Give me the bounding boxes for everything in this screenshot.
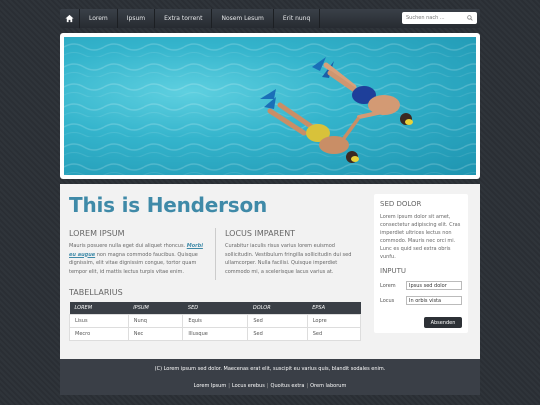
- table-cell: Sed: [247, 313, 308, 328]
- table-cell: Mecro: [69, 326, 129, 341]
- column-header: Epsa: [307, 302, 361, 314]
- footer-link[interactable]: Orem laborum: [310, 383, 346, 389]
- separator: |: [266, 383, 269, 389]
- table-cell: Illusque: [182, 326, 249, 341]
- col2-heading: Locus imparent: [225, 229, 296, 238]
- footer-link[interactable]: Locus erebus: [232, 383, 265, 389]
- nav-item-nosem-lesum[interactable]: Nosem Lesum: [212, 9, 274, 28]
- footer-links: Lorem Ipsum | Locus erebus | Quoitus extra | O…: [60, 383, 480, 389]
- locus-field[interactable]: [406, 296, 462, 305]
- table-cell: Nec: [127, 326, 184, 341]
- footer: (C) Lorem ipsum sed dolor. Maecenas erat…: [60, 359, 480, 395]
- main-content: This is Henderson Lorem ipsum Mauris pos…: [60, 184, 480, 359]
- nav-item-lorem[interactable]: Lorem: [80, 9, 118, 28]
- page-title: This is Henderson: [69, 193, 268, 217]
- form-heading: Inputu: [380, 267, 407, 275]
- col1-text: Mauris posuere nulla eget dui aliquet rh…: [69, 242, 209, 276]
- nav-item-erit-nunq[interactable]: Erit nunq: [274, 9, 321, 28]
- table-cell: Nunq: [127, 313, 184, 328]
- table-cell: Sed: [247, 326, 308, 341]
- form-row-locus: Locus: [380, 296, 462, 305]
- table-header-row: Lorem Ipsum Sed Dolor Epsa: [69, 302, 361, 314]
- form-row-name: Lorem: [380, 281, 462, 290]
- swimmers-illustration: [64, 37, 476, 175]
- col2-text: Curabitur iaculis risus varius lorem eui…: [225, 243, 352, 275]
- sidebar: Sed dolor Lorem ipsum dolor sit amet, co…: [374, 194, 468, 333]
- hero-image: [64, 37, 476, 175]
- home-button[interactable]: [60, 9, 80, 28]
- column-header: Ipsum: [128, 302, 183, 314]
- table-cell: Sed: [306, 326, 362, 341]
- data-table: Lorem Ipsum Sed Dolor Epsa Lisus Nunq Eq…: [69, 302, 362, 341]
- nav-item-extra-torrent[interactable]: Extra torrent: [155, 9, 213, 28]
- hero-banner: [60, 33, 480, 179]
- footer-link[interactable]: Lorem Ipsum: [194, 383, 227, 389]
- separator: |: [306, 383, 309, 389]
- table-heading: Tabellarius: [69, 288, 123, 297]
- search-box: [402, 12, 477, 24]
- table-cell: Equis: [182, 313, 249, 328]
- top-nav: Lorem Ipsum Extra torrent Nosem Lesum Er…: [60, 9, 480, 28]
- column-header: Dolor: [247, 302, 308, 314]
- home-icon: [65, 14, 74, 23]
- footer-link[interactable]: Quoitus extra: [271, 383, 305, 389]
- col1-heading: Lorem ipsum: [69, 229, 125, 238]
- search-input[interactable]: [406, 15, 466, 21]
- sidebar-text: Lorem ipsum dolor sit amet, consectetur …: [380, 214, 461, 260]
- name-field[interactable]: [406, 281, 462, 290]
- table-cell: Lopre: [306, 313, 362, 328]
- column-divider: [215, 228, 216, 280]
- locus-label: Locus: [380, 297, 395, 304]
- table-row: Mecro Nec Illusque Sed Sed: [69, 326, 362, 341]
- column-header: Lorem: [69, 302, 129, 314]
- sidebar-heading: Sed dolor: [380, 200, 422, 208]
- separator: |: [228, 383, 230, 389]
- table-row: Lisus Nunq Equis Sed Lopre: [69, 313, 362, 328]
- search-icon[interactable]: [467, 15, 473, 21]
- nav-item-ipsum[interactable]: Ipsum: [118, 9, 156, 28]
- table-cell: Lisus: [69, 313, 129, 328]
- col1-text-before: Mauris posuere nulla eget dui aliquet rh…: [69, 243, 187, 249]
- copyright-text: (C) Lorem ipsum sed dolor. Maecenas erat…: [154, 366, 386, 372]
- submit-button[interactable]: Absenden: [424, 317, 462, 328]
- name-label: Lorem: [380, 282, 396, 289]
- column-header: Sed: [182, 302, 248, 314]
